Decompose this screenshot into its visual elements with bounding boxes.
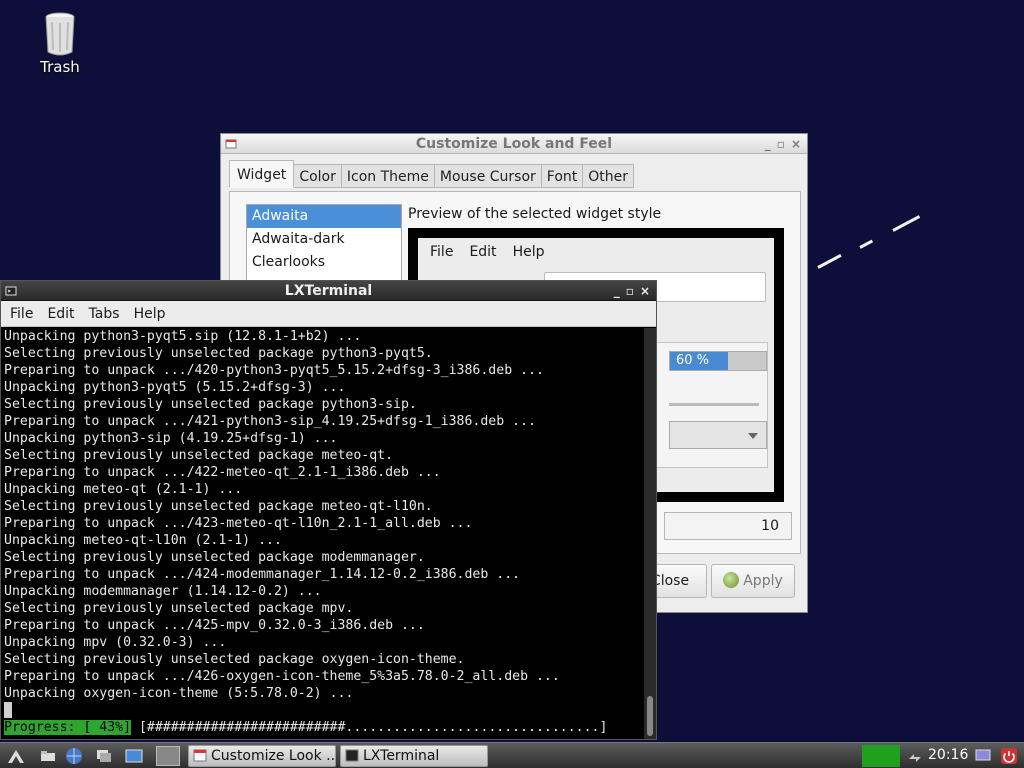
file-manager-icon[interactable] [38,746,58,766]
apt-progress-line: Progress: [ 43%] [######################… [4,719,644,736]
customize-titlebar[interactable]: Customize Look and Feel _ ▫ × [221,134,807,154]
preview-progress-fill: 60 % [670,352,728,370]
terminal-line: Selecting previously unselected package … [4,601,354,616]
desktop-stroke [859,239,874,249]
preview-progress: 60 % [669,351,767,371]
terminal-line: Unpacking meteo-qt (2.1-1) ... [4,482,243,497]
task-lxterminal[interactable]: LXTerminal [340,745,488,767]
terminal-line: Unpacking mpv (0.32.0-3) ... [4,635,227,650]
apply-button-label: Apply [743,573,783,589]
theme-list[interactable]: Adwaita Adwaita-dark Clearlooks [246,204,402,284]
close-window-button[interactable]: × [791,134,801,154]
tab-other[interactable]: Other [583,164,635,188]
apply-button[interactable]: Apply [711,564,795,598]
terminal-menu-help[interactable]: Help [127,301,173,326]
preview-slider [669,403,759,406]
terminal-app-icon [5,286,17,296]
cpu-monitor [862,745,900,767]
terminal-line: Unpacking python3-sip (4.19.25+dfsg-1) .… [4,431,338,446]
terminal-line: Preparing to unpack .../422-meteo-qt_2.1… [4,465,441,480]
apply-icon [723,572,740,588]
terminal-line: Selecting previously unselected package … [4,652,465,667]
terminal-line: Selecting previously unselected package … [4,499,433,514]
minimize-button[interactable]: _ [765,134,771,154]
terminal-title: LXTerminal [284,283,373,299]
tab-color[interactable]: Color [294,164,342,188]
terminal-line: Selecting previously unselected package … [4,550,425,565]
terminal-cursor [4,702,12,718]
preview-combo [669,421,767,449]
preview-label: Preview of the selected widget style [408,206,662,222]
window-title: Customize Look and Feel [415,136,613,152]
terminal-line: Unpacking python3-pyqt5 (5.15.2+dfsg-3) … [4,380,346,395]
terminal-maximize-button[interactable]: ▫ [626,281,634,301]
settings-tabs: Widget Color Icon Theme Mouse Cursor Fon… [229,160,635,188]
terminal-output[interactable]: Unpacking python3-pyqt5.sip (12.8.1-1+b2… [1,328,644,739]
terminal-menu-edit[interactable]: Edit [40,301,81,326]
terminal-menu-file[interactable]: File [3,301,40,326]
terminal-line: Unpacking oxygen-icon-theme (5:5.78.0-2)… [4,686,354,701]
terminal-minimize-button[interactable]: _ [614,281,620,301]
power-icon[interactable] [1000,747,1018,765]
pager[interactable] [156,746,180,766]
terminal-scrollbar-thumb[interactable] [647,696,653,736]
terminal-line: Selecting previously unselected package … [4,346,433,361]
desktop-stroke [892,215,921,232]
terminal-line: Selecting previously unselected package … [4,448,394,463]
task-terminal-icon [345,749,359,762]
app-icon [225,139,237,149]
preview-menubar: File Edit Help [430,244,544,260]
preview-menu-help: Help [512,244,545,260]
network-icon[interactable] [906,747,924,765]
menu-launcher-icon[interactable] [6,746,26,766]
terminal-line: Unpacking modemmanager (1.14.12-0.2) ... [4,584,322,599]
terminal-line: Unpacking python3-pyqt5.sip (12.8.1-1+b2… [4,329,362,344]
desktop-stroke [817,253,842,269]
web-browser-icon[interactable] [64,746,84,766]
apt-progress-bar: [#########################..............… [131,720,616,735]
taskbar: Customize Look ... LXTerminal 20:16 [0,742,1024,768]
trash-label: Trash [40,58,80,76]
terminal-line: Preparing to unpack .../425-mpv_0.32.0-3… [4,618,425,633]
terminal-line: Preparing to unpack .../424-modemmanager… [4,567,521,582]
trash-icon [45,12,75,56]
terminal-line: Preparing to unpack .../420-python3-pyqt… [4,363,544,378]
theme-item-adwaita[interactable]: Adwaita [247,205,401,228]
terminal-line: Preparing to unpack .../421-python3-sip_… [4,414,536,429]
terminal-menubar: File Edit Tabs Help [1,301,656,327]
terminal-cursor-line [4,702,644,719]
apt-progress-label: Progress: [ 43%] [4,720,132,735]
clock[interactable]: 20:16 [928,743,968,768]
terminal-menu-tabs[interactable]: Tabs [82,301,127,326]
terminal-line: Selecting previously unselected package … [4,397,417,412]
terminal-scrollbar[interactable] [644,328,656,739]
tab-font[interactable]: Font [541,164,584,188]
task-label: LXTerminal [363,748,440,764]
tab-mouse-cursor[interactable]: Mouse Cursor [434,164,542,188]
task-app-icon [193,749,207,762]
lxterminal-window[interactable]: LXTerminal _ ▫ × File Edit Tabs Help Unp… [0,280,657,740]
tab-icon-theme[interactable]: Icon Theme [341,164,435,188]
size-spinbox[interactable]: 10 [664,512,792,540]
terminal-titlebar[interactable]: LXTerminal _ ▫ × [1,281,656,301]
theme-item-clearlooks[interactable]: Clearlooks [247,251,401,274]
desktop-switch-icon[interactable] [124,746,144,766]
preview-menu-edit: Edit [469,244,497,260]
terminal-line: Unpacking meteo-qt-l10n (2.1-1) ... [4,533,282,548]
terminal-line: Preparing to unpack .../426-oxygen-icon-… [4,669,560,684]
terminal-line: Preparing to unpack .../423-meteo-qt-l10… [4,516,473,531]
terminal-close-button[interactable]: × [640,281,650,301]
theme-item-adwaita-dark[interactable]: Adwaita-dark [247,228,401,251]
display-icon[interactable] [974,747,992,765]
maximize-button[interactable]: ▫ [777,134,785,154]
task-label: Customize Look ... [211,748,336,764]
trash-desktop-icon[interactable]: Trash [28,12,92,76]
tab-widget[interactable]: Widget [229,160,295,188]
task-customize-look[interactable]: Customize Look ... [188,745,336,767]
windows-icon[interactable] [94,746,114,766]
preview-menu-file: File [430,244,454,260]
